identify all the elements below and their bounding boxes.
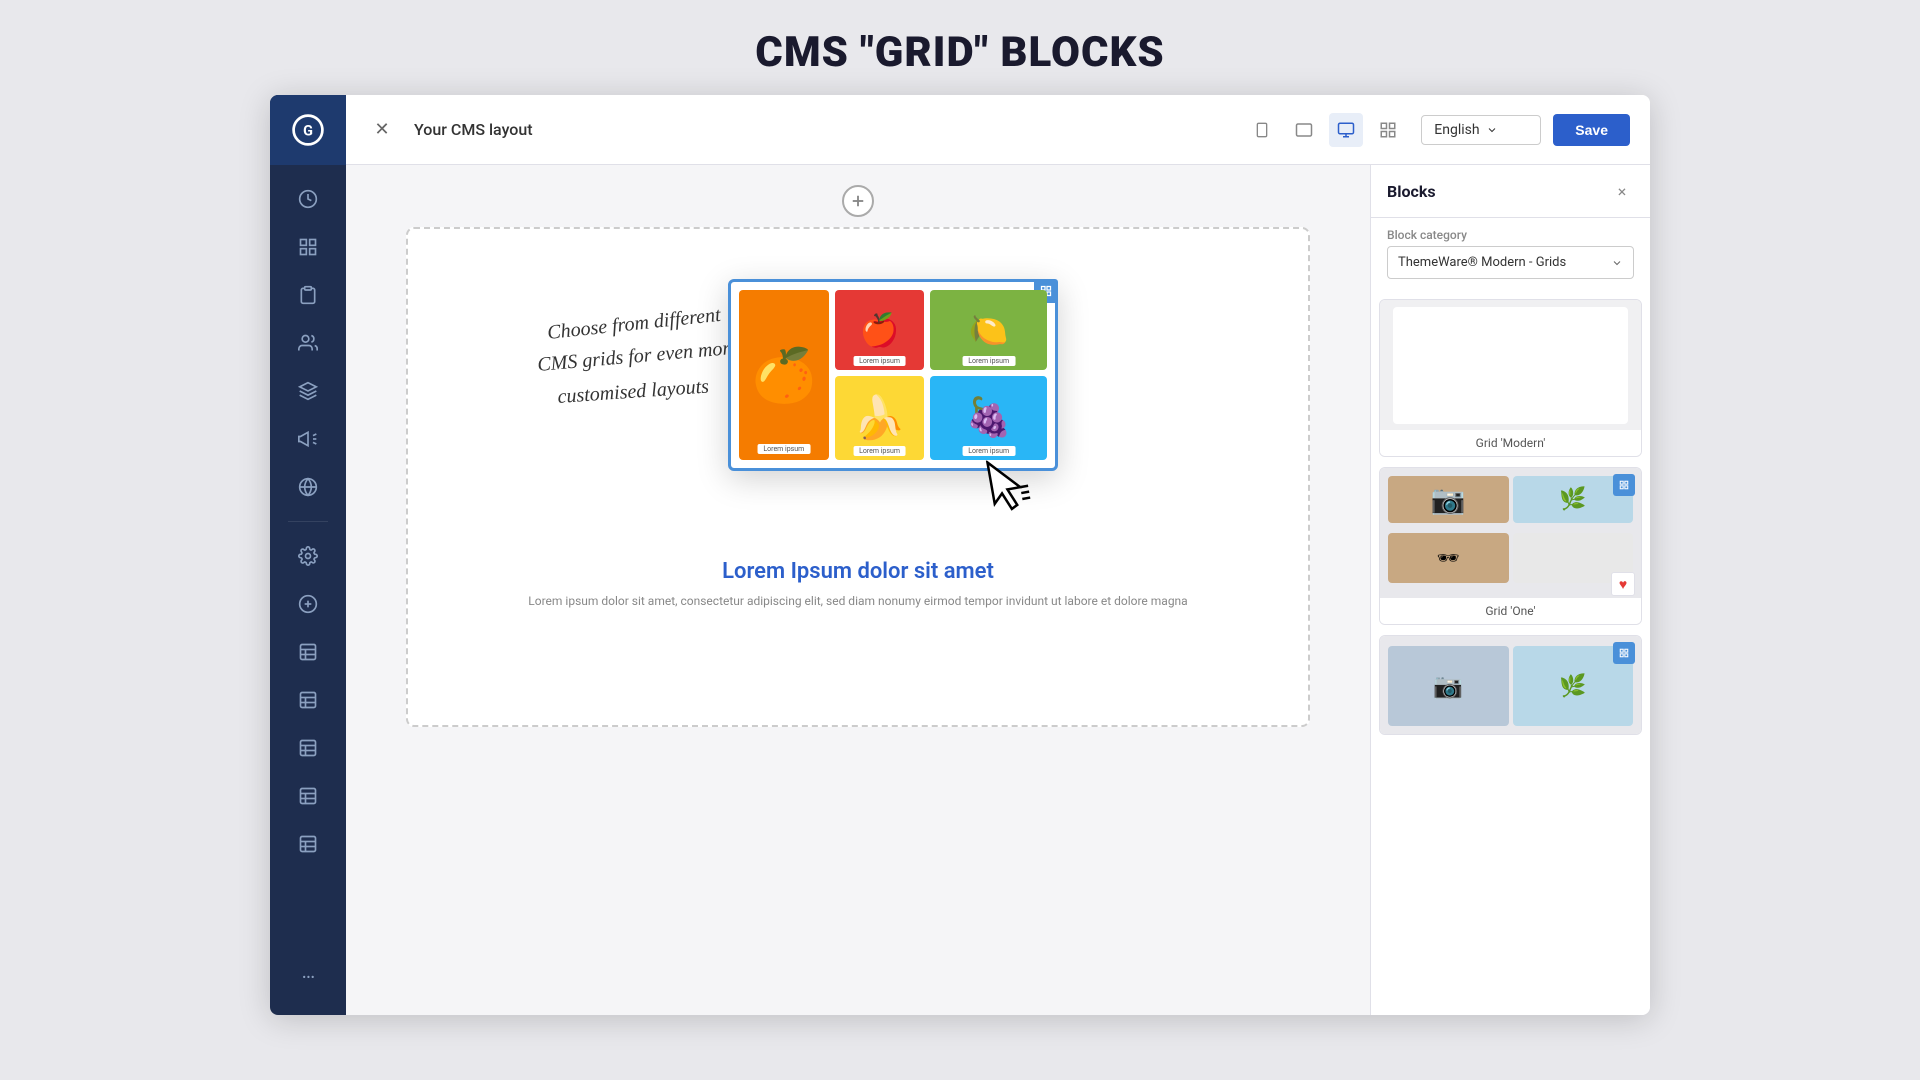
grid-cell-apple: 🍎 Lorem ipsum (835, 290, 925, 370)
sidebar-item-table4[interactable] (286, 774, 330, 818)
svg-text:Choose from different: Choose from different (546, 304, 722, 344)
lorem-section: Lorem Ipsum dolor sit amet Lorem ipsum d… (488, 549, 1227, 621)
language-label: English (1434, 122, 1479, 138)
sidebar-item-table1[interactable] (286, 630, 330, 674)
grid-cell-grapes: 🍇 Lorem ipsum (930, 376, 1047, 460)
thumb-two-left: 📷 (1388, 646, 1509, 726)
cell-label-apple: Lorem ipsum (853, 356, 906, 366)
save-button[interactable]: Save (1553, 114, 1630, 146)
sidebar-item-pages[interactable] (286, 225, 330, 269)
svg-text:G: G (303, 122, 313, 139)
language-selector[interactable]: English (1421, 115, 1541, 145)
block-thumb-one-inner: 📷 🌿 🕶 (1380, 468, 1641, 598)
svg-text:customised layouts: customised layouts (557, 375, 710, 408)
right-panel: Blocks × Block category ThemeWare® Moder… (1370, 165, 1650, 1015)
block-thumb-modern-inner (1380, 300, 1641, 430)
thumb-one-left: 📷 (1388, 476, 1509, 523)
block-one-name: Grid 'One' (1380, 598, 1641, 624)
sidebar-divider (288, 521, 328, 522)
right-panel-header: Blocks × (1371, 165, 1650, 218)
grid-popup: 🍎 Lorem ipsum 🍋 Lorem ipsum (728, 279, 1058, 471)
sidebar: G (270, 95, 346, 1015)
cell-label-orange: Lorem ipsum (757, 444, 810, 454)
modern-preview (1393, 307, 1628, 424)
block-modern-name: Grid 'Modern' (1380, 430, 1641, 456)
sidebar-bottom: ··· (286, 955, 330, 1015)
device-icons (1245, 113, 1405, 147)
category-label: Block category (1371, 218, 1650, 246)
topbar: ✕ Your CMS layout English (346, 95, 1650, 165)
logo-icon: G (290, 112, 326, 148)
sidebar-item-table3[interactable] (286, 726, 330, 770)
sidebar-item-users[interactable] (286, 321, 330, 365)
category-dropdown[interactable]: ThemeWare® Modern - Grids (1387, 246, 1634, 279)
grid-popup-inner: 🍎 Lorem ipsum 🍋 Lorem ipsum (739, 290, 1047, 460)
add-block-area (406, 185, 1310, 217)
desktop-view-button[interactable] (1329, 113, 1363, 147)
canvas-zone: Choose from different CMS grids for even… (346, 165, 1370, 1015)
chevron-down-icon (1486, 124, 1498, 136)
app-frame: G (270, 95, 1650, 1015)
block-one-badge (1613, 474, 1635, 496)
block-thumb-modern[interactable]: Grid 'Modern' (1379, 299, 1642, 457)
close-button[interactable]: ✕ (366, 114, 398, 146)
sidebar-item-layers[interactable] (286, 369, 330, 413)
dropdown-chevron-icon (1611, 257, 1623, 269)
cell-label-banana: Lorem ipsum (853, 446, 906, 456)
block-thumb-two-inner: 📷 🌿 (1380, 636, 1641, 735)
tablet-view-button[interactable] (1287, 113, 1321, 147)
block-container: Choose from different CMS grids for even… (406, 227, 1310, 727)
sidebar-item-globe[interactable] (286, 465, 330, 509)
editor-block-wrapper: Choose from different CMS grids for even… (406, 227, 1310, 727)
sidebar-item-clipboard[interactable] (286, 273, 330, 317)
panel-close-button[interactable]: × (1610, 179, 1634, 203)
main-content: ✕ Your CMS layout English (346, 95, 1650, 1015)
block-thumb-two[interactable]: 📷 🌿 (1379, 635, 1642, 735)
sidebar-item-table2[interactable] (286, 678, 330, 722)
block-thumb-one[interactable]: 📷 🌿 🕶 ♥ Grid 'One' (1379, 467, 1642, 625)
cell-label-lime: Lorem ipsum (962, 356, 1015, 366)
add-block-button[interactable] (842, 185, 874, 217)
lorem-body: Lorem ipsum dolor sit amet, consectetur … (528, 592, 1187, 611)
page-title-area: CMS "GRID" BLOCKS (0, 0, 1920, 95)
topbar-right: English Save (1421, 114, 1630, 146)
grid-cell-orange: 🍊 Lorem ipsum (739, 290, 829, 460)
blocks-panel-title: Blocks (1387, 182, 1436, 201)
editor-area: Choose from different CMS grids for even… (346, 165, 1650, 1015)
sidebar-item-megaphone[interactable] (286, 417, 330, 461)
category-value: ThemeWare® Modern - Grids (1398, 255, 1566, 270)
grid-cell-banana: 🍌 Lorem ipsum (835, 376, 925, 460)
heart-icon[interactable]: ♥ (1611, 572, 1635, 596)
grid-view-button[interactable] (1371, 113, 1405, 147)
svg-text:CMS grids for even more: CMS grids for even more (537, 336, 740, 375)
mobile-view-button[interactable] (1245, 113, 1279, 147)
sidebar-item-settings[interactable] (286, 534, 330, 578)
plus-icon (849, 192, 867, 210)
page-title: CMS "GRID" BLOCKS (0, 28, 1920, 77)
blocks-list: Grid 'Modern' 📷 🌿 🕶 (1371, 291, 1650, 1015)
lorem-heading: Lorem Ipsum dolor sit amet (528, 559, 1187, 584)
block-two-badge (1613, 642, 1635, 664)
sidebar-item-add[interactable] (286, 582, 330, 626)
canvas-scroll-inner: Choose from different CMS grids for even… (346, 165, 1370, 1015)
grid-cell-lime: 🍋 Lorem ipsum (930, 290, 1047, 370)
thumb-one-bl: 🕶 (1388, 533, 1509, 583)
cursor (979, 453, 1041, 532)
cell-label-grapes: Lorem ipsum (962, 446, 1015, 456)
sidebar-item-table5[interactable] (286, 822, 330, 866)
sidebar-icons (270, 165, 346, 955)
sidebar-item-more[interactable]: ··· (286, 955, 330, 999)
sidebar-item-analytics[interactable] (286, 177, 330, 221)
layout-title: Your CMS layout (414, 120, 1229, 139)
sidebar-logo[interactable]: G (270, 95, 346, 165)
